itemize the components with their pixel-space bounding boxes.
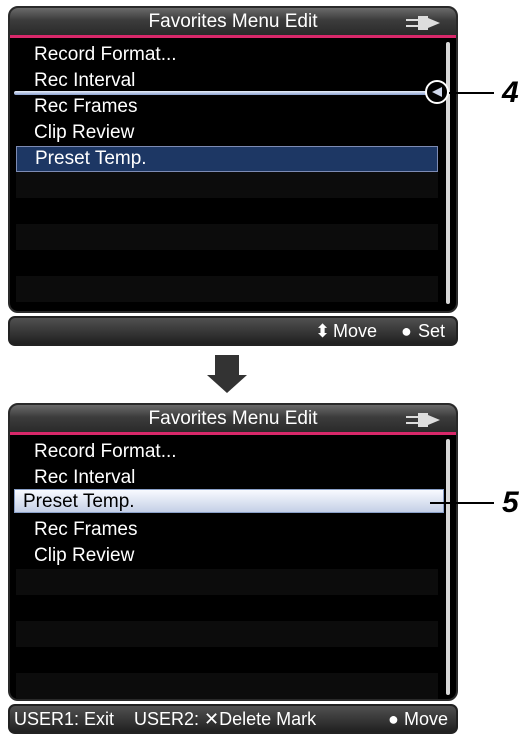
title-bar: Favorites Menu Edit	[10, 405, 456, 435]
down-arrow-icon	[207, 355, 247, 393]
insert-marker-icon	[425, 80, 449, 104]
power-plug-icon	[406, 413, 440, 427]
list-item[interactable]: Record Format...	[16, 42, 438, 68]
list-item[interactable]: Clip Review	[16, 543, 438, 569]
screen-title: Favorites Menu Edit	[148, 408, 318, 429]
list-item[interactable]: Rec Frames	[16, 517, 438, 543]
list-item[interactable]: Clip Review	[16, 120, 438, 146]
power-plug-icon	[406, 16, 440, 30]
move-label: Move	[333, 321, 378, 341]
user1-exit-label: USER1: Exit	[14, 709, 115, 729]
empty-row	[16, 276, 438, 302]
bottom-bar: USER1: Exit USER2: ✕Delete Mark ● Move	[8, 704, 458, 734]
menu-screen-after: Favorites Menu Edit Record Format... Rec…	[8, 403, 458, 701]
dot-icon: ●	[401, 321, 412, 341]
empty-row	[16, 569, 438, 595]
bottom-bar: ⬍ Move ● Set	[8, 316, 458, 346]
callout-number: 5	[502, 486, 519, 519]
empty-row	[16, 250, 438, 276]
moving-list-item[interactable]: Preset Temp.	[14, 489, 444, 513]
callout-leader	[449, 92, 494, 94]
selected-list-item[interactable]: Preset Temp.	[16, 146, 438, 172]
callout-leader	[430, 502, 494, 504]
callout-number: 4	[502, 76, 519, 109]
empty-row	[16, 198, 438, 224]
empty-row	[16, 172, 438, 198]
list-item[interactable]: Rec Interval	[16, 465, 438, 491]
list-item[interactable]: Rec Frames	[16, 94, 438, 120]
empty-row	[16, 673, 438, 699]
move-label: Move	[404, 709, 449, 729]
set-label: Set	[418, 321, 446, 341]
favorites-list: Record Format... Rec Interval Rec Frames…	[16, 439, 438, 699]
empty-row	[16, 647, 438, 673]
scrollbar[interactable]	[446, 42, 450, 304]
empty-row	[16, 224, 438, 250]
empty-row	[16, 595, 438, 621]
scrollbar[interactable]	[446, 439, 450, 695]
insert-position-line	[14, 91, 434, 95]
title-bar: Favorites Menu Edit	[10, 8, 456, 38]
user2-delete-mark-label: USER2: ✕Delete Mark	[134, 709, 317, 729]
list-item[interactable]: Record Format...	[16, 439, 438, 465]
screen-title: Favorites Menu Edit	[148, 11, 318, 32]
menu-screen-before: Favorites Menu Edit Record Format... Rec…	[8, 6, 458, 313]
dot-icon: ●	[388, 709, 399, 729]
empty-row	[16, 621, 438, 647]
up-down-arrows-icon: ⬍	[315, 321, 331, 341]
favorites-list: Record Format... Rec Interval Rec Frames…	[16, 42, 438, 302]
